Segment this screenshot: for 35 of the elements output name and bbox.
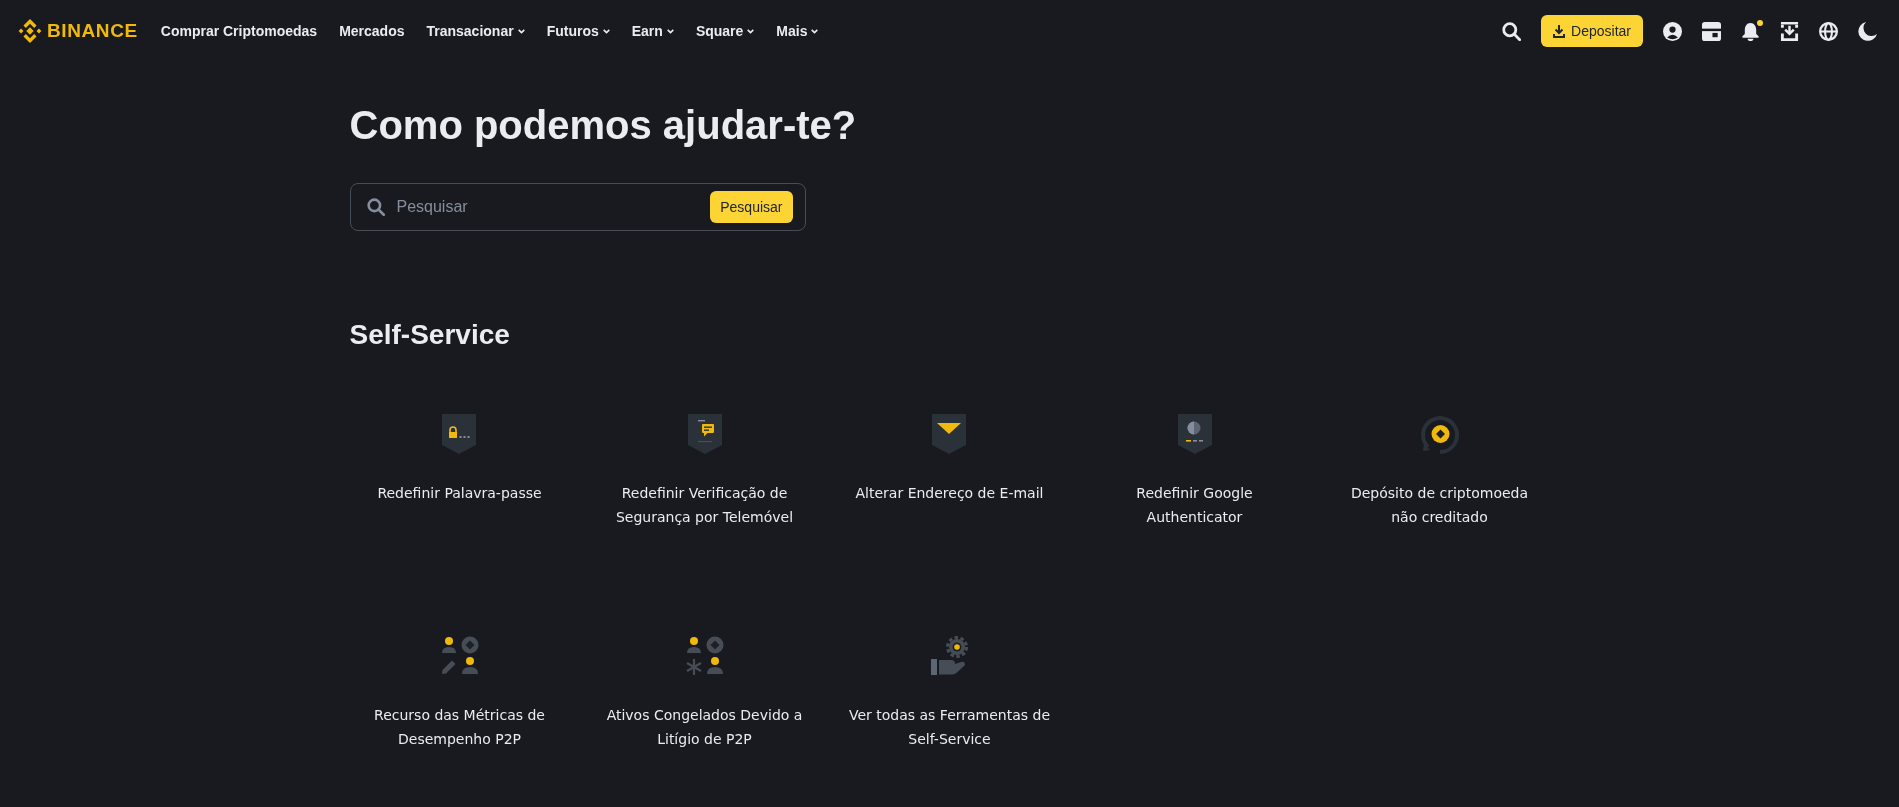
self-service-link[interactable]: Redefinir Google Authenticator <box>1092 414 1297 529</box>
logo-text[interactable]: BINANCE <box>47 20 138 42</box>
nav-link[interactable]: Mercados <box>339 23 405 39</box>
self-service-link[interactable]: Recurso das Métricas de Desempenho P2P <box>357 636 562 751</box>
download-icon <box>1553 24 1566 38</box>
tray-download-icon[interactable] <box>1780 21 1799 41</box>
nav-link[interactable]: Mais <box>776 23 819 39</box>
page-heading: Como podemos ajudar-te? <box>349 102 858 149</box>
user-icon[interactable] <box>1663 21 1682 41</box>
nav-link[interactable]: Earn <box>631 23 674 39</box>
nav-link[interactable]: Transacionar <box>426 23 525 39</box>
self-service-link[interactable]: Alterar Endereço de E-mail <box>855 414 1044 529</box>
self-service-link[interactable]: Depósito de criptomoeda não creditado <box>1337 414 1542 529</box>
section-heading: Self-Service <box>349 318 511 352</box>
coin-icon <box>1419 414 1460 454</box>
diamond-logo-icon[interactable] <box>18 19 42 43</box>
bell-icon[interactable] <box>1741 21 1760 41</box>
search-button[interactable]: Pesquisar <box>710 191 793 223</box>
people-snowflake-icon <box>684 636 725 676</box>
deposit-button[interactable]: Depositar <box>1541 15 1643 47</box>
hand-gear-icon <box>929 636 970 676</box>
search-field[interactable]: Pesquisar Pesquisar <box>349 183 806 231</box>
search-icon <box>366 198 385 216</box>
self-service-link[interactable]: Ver todas as Ferramentas de Self-Service <box>847 636 1052 751</box>
globe-icon[interactable] <box>1819 21 1838 41</box>
wallet-icon[interactable] <box>1702 21 1721 41</box>
search-icon[interactable] <box>1502 21 1522 41</box>
self-service-link[interactable]: Redefinir Verificação de Segurança por Telemóvel <box>602 414 807 529</box>
nav-link[interactable]: Futuros <box>546 23 610 39</box>
self-service-link[interactable]: Redefinir Palavra-passe <box>377 414 542 529</box>
self-service-link[interactable]: Ativos Congelados Devido a Litígio de P2P <box>602 636 807 751</box>
nav-link[interactable]: Square <box>695 23 755 39</box>
nav-link[interactable]: Comprar Criptomoedas <box>160 23 318 39</box>
people-pencil-icon <box>439 636 480 676</box>
moon-icon[interactable] <box>1858 21 1877 41</box>
